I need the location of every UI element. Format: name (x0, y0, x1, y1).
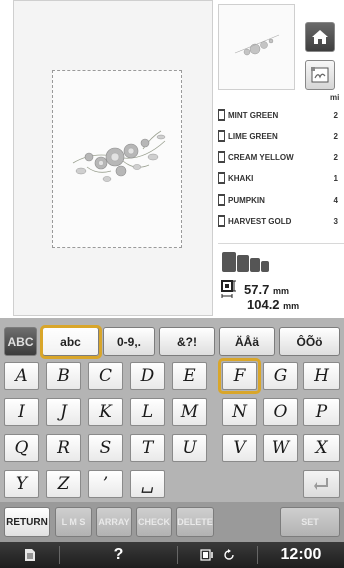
delete-button[interactable]: DELETE (176, 507, 214, 537)
pattern-frame (52, 70, 182, 248)
key-z[interactable]: Z (46, 470, 81, 498)
document-icon (24, 549, 35, 561)
width-value: 104.2 (247, 297, 280, 312)
height-unit: mm (272, 286, 289, 296)
tab-accented-a[interactable]: ÄÅä (219, 327, 275, 356)
key-v[interactable]: V (222, 434, 257, 462)
edit-pattern-icon (311, 67, 329, 83)
thread-row[interactable]: HARVEST GOLD 3 (218, 214, 344, 228)
thread-spool-icon (218, 130, 225, 142)
bobbin-icon (199, 549, 213, 561)
stitch-count-icon (222, 252, 269, 272)
thread-row[interactable]: MINT GREEN 2 (218, 108, 344, 122)
thread-name: KHAKI (228, 173, 254, 183)
pattern-thumbnail (218, 4, 295, 90)
key-g[interactable]: G (263, 362, 298, 390)
set-button[interactable]: SET (280, 507, 340, 537)
clock-time: 12:00 (280, 546, 322, 563)
key-p[interactable]: P (303, 398, 340, 426)
key-l[interactable]: L (130, 398, 165, 426)
thread-count: 4 (333, 195, 338, 205)
thread-row[interactable]: LIME GREEN 2 (218, 129, 344, 143)
key-d[interactable]: D (130, 362, 165, 390)
tab-symbols[interactable]: &?! (159, 327, 215, 356)
pattern-height: 57.7 mm (244, 282, 289, 297)
pattern-width: 104.2 mm (247, 297, 299, 312)
thread-spool-icon (218, 151, 225, 163)
key-u[interactable]: U (172, 434, 207, 462)
key-k[interactable]: K (88, 398, 123, 426)
enter-icon (313, 478, 328, 490)
thumbnail-image (234, 34, 280, 56)
thread-spool-icon (218, 109, 225, 121)
key-i[interactable]: I (4, 398, 39, 426)
floral-pattern-image (72, 130, 166, 182)
stitch-time-label: mi (330, 93, 340, 102)
key-apostrophe[interactable]: ’ (88, 470, 123, 498)
pattern-preview-panel (13, 0, 213, 316)
thread-count: 3 (333, 216, 338, 226)
thread-count: 2 (333, 152, 338, 162)
key-t[interactable]: T (130, 434, 165, 462)
thread-count: 2 (333, 110, 338, 120)
height-value: 57.7 (244, 282, 270, 297)
thread-name: LIME GREEN (228, 131, 278, 141)
help-label: ? (113, 546, 124, 563)
key-c[interactable]: C (88, 362, 123, 390)
key-y[interactable]: Y (4, 470, 39, 498)
key-s[interactable]: S (88, 434, 123, 462)
key-b[interactable]: B (46, 362, 81, 390)
thread-row[interactable]: KHAKI 1 (218, 171, 344, 185)
lms-button[interactable]: L M S (55, 507, 92, 537)
thread-spool-icon (218, 194, 225, 206)
help-button[interactable]: ? (60, 542, 177, 568)
status-bar: ? 12:00 (0, 542, 344, 568)
key-q[interactable]: Q (4, 434, 39, 462)
embroidery-edit-screen: mi MINT GREEN 2 LIME GREEN 2 CREAM YELLO… (0, 0, 344, 568)
key-a[interactable]: A (4, 362, 39, 390)
home-button[interactable] (305, 22, 335, 52)
document-button[interactable] (0, 542, 59, 568)
key-e[interactable]: E (172, 362, 207, 390)
thread-row[interactable]: PUMPKIN 4 (218, 193, 344, 207)
rotate-icon (223, 549, 234, 560)
key-w[interactable]: W (263, 434, 298, 462)
key-o[interactable]: O (263, 398, 298, 426)
return-button[interactable]: RETURN (4, 507, 50, 537)
thread-name: PUMPKIN (228, 195, 265, 205)
bobbin-status[interactable] (178, 542, 257, 568)
key-h[interactable]: H (303, 362, 340, 390)
thread-name: HARVEST GOLD (228, 216, 292, 226)
clock: 12:00 (258, 542, 344, 568)
thread-name: CREAM YELLOW (228, 152, 294, 162)
tab-accented-o[interactable]: ÔÕö (279, 327, 340, 356)
thread-spool-icon (218, 172, 225, 184)
tab-numbers[interactable]: 0-9,. (103, 327, 155, 356)
thread-spool-icon (218, 215, 225, 227)
enter-key[interactable] (303, 470, 340, 498)
edit-pattern-button[interactable] (305, 60, 335, 90)
width-unit: mm (283, 301, 300, 311)
array-button[interactable]: ARRAY (96, 507, 132, 537)
tab-lowercase[interactable]: abc (42, 327, 99, 356)
key-space[interactable]: ␣ (130, 470, 165, 498)
size-icon (221, 280, 236, 298)
divider (218, 243, 344, 244)
key-n[interactable]: N (222, 398, 257, 426)
key-r[interactable]: R (46, 434, 81, 462)
thread-count: 1 (333, 173, 338, 183)
thread-row[interactable]: CREAM YELLOW 2 (218, 150, 344, 164)
tab-uppercase[interactable]: ABC (4, 327, 37, 356)
key-x[interactable]: X (303, 434, 340, 462)
check-button[interactable]: CHECK (136, 507, 172, 537)
thread-name: MINT GREEN (228, 110, 279, 120)
thread-count: 2 (333, 131, 338, 141)
home-icon (312, 30, 328, 44)
key-j[interactable]: J (46, 398, 81, 426)
key-f[interactable]: F (222, 362, 257, 390)
key-m[interactable]: M (172, 398, 207, 426)
